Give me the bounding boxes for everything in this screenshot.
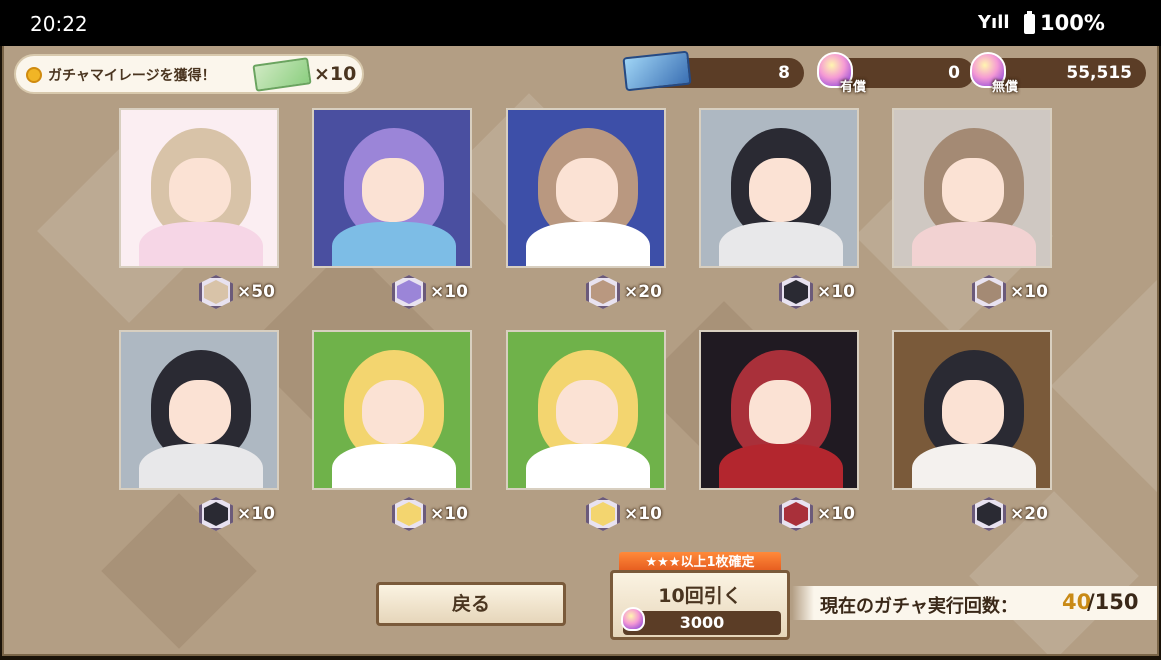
card-art	[942, 380, 1004, 444]
result-card[interactable]	[312, 330, 472, 490]
free-gem-label: 無償	[992, 80, 1019, 95]
card-art	[362, 380, 424, 444]
signal-icon: Yıll	[978, 12, 1010, 33]
result-card[interactable]	[892, 108, 1052, 268]
gacha-count-panel: 現在のガチャ実行回数： 40 /150	[792, 586, 1157, 620]
result-card[interactable]	[699, 108, 859, 268]
card-art	[912, 444, 1036, 488]
result-card[interactable]	[506, 330, 666, 490]
mileage-label: ガチャマイレージを獲得！	[48, 68, 216, 84]
card-art	[719, 444, 843, 488]
gacha-count-label: 現在のガチャ実行回数：	[820, 596, 1018, 617]
result-card[interactable]	[119, 330, 279, 490]
piece-count: ×10	[1010, 282, 1048, 302]
card-art	[169, 380, 231, 444]
gem-icon	[621, 607, 645, 631]
piece-count: ×10	[237, 504, 275, 524]
result-card[interactable]	[506, 108, 666, 268]
pull-10-button[interactable]: 10回引く 3000	[610, 570, 790, 640]
piece-count: ×10	[430, 504, 468, 524]
gacha-result-screen: ガチャマイレージを獲得！ ×10 8 0 有償 55,515 無償 ×50 ×10…	[2, 46, 1159, 656]
result-card[interactable]	[699, 330, 859, 490]
paid-gem-label: 有償	[840, 80, 867, 95]
result-card[interactable]	[892, 330, 1052, 490]
mileage-ticket-icon	[252, 57, 312, 92]
ticket-count: 8	[778, 63, 790, 83]
pull-10-label: 10回引く	[658, 585, 742, 607]
card-art	[139, 222, 263, 266]
card-art	[556, 158, 618, 222]
card-art	[912, 222, 1036, 266]
card-art	[332, 444, 456, 488]
piece-count: ×20	[624, 282, 662, 302]
gacha-mileage-banner: ガチャマイレージを獲得！ ×10	[14, 54, 364, 94]
card-art	[169, 158, 231, 222]
result-card[interactable]	[312, 108, 472, 268]
gacha-count-max: /150	[1087, 590, 1139, 614]
card-art	[526, 222, 650, 266]
card-art	[749, 380, 811, 444]
card-art	[749, 158, 811, 222]
status-bar: 20:22 Yıll 100%	[0, 0, 1161, 46]
card-art	[942, 158, 1004, 222]
battery-level: 100%	[1040, 11, 1105, 35]
status-time: 20:22	[30, 12, 88, 36]
back-button[interactable]: 戻る	[376, 582, 566, 626]
piece-count: ×20	[1010, 504, 1048, 524]
free-gem-count: 55,515	[1066, 63, 1132, 83]
paid-gem-count: 0	[948, 63, 960, 83]
piece-count: ×10	[430, 282, 468, 302]
pull-cost: 3000	[623, 611, 781, 635]
piece-count: ×10	[817, 282, 855, 302]
card-art	[362, 158, 424, 222]
gacha-ticket-icon	[622, 50, 692, 92]
piece-count: ×10	[817, 504, 855, 524]
battery-icon	[1024, 11, 1035, 34]
card-art	[332, 222, 456, 266]
card-art	[556, 380, 618, 444]
card-art	[139, 444, 263, 488]
piece-count: ×50	[237, 282, 275, 302]
coin-icon	[26, 67, 42, 83]
card-art	[719, 222, 843, 266]
card-art	[526, 444, 650, 488]
piece-count: ×10	[624, 504, 662, 524]
result-card[interactable]	[119, 108, 279, 268]
mileage-count: ×10	[314, 63, 357, 85]
